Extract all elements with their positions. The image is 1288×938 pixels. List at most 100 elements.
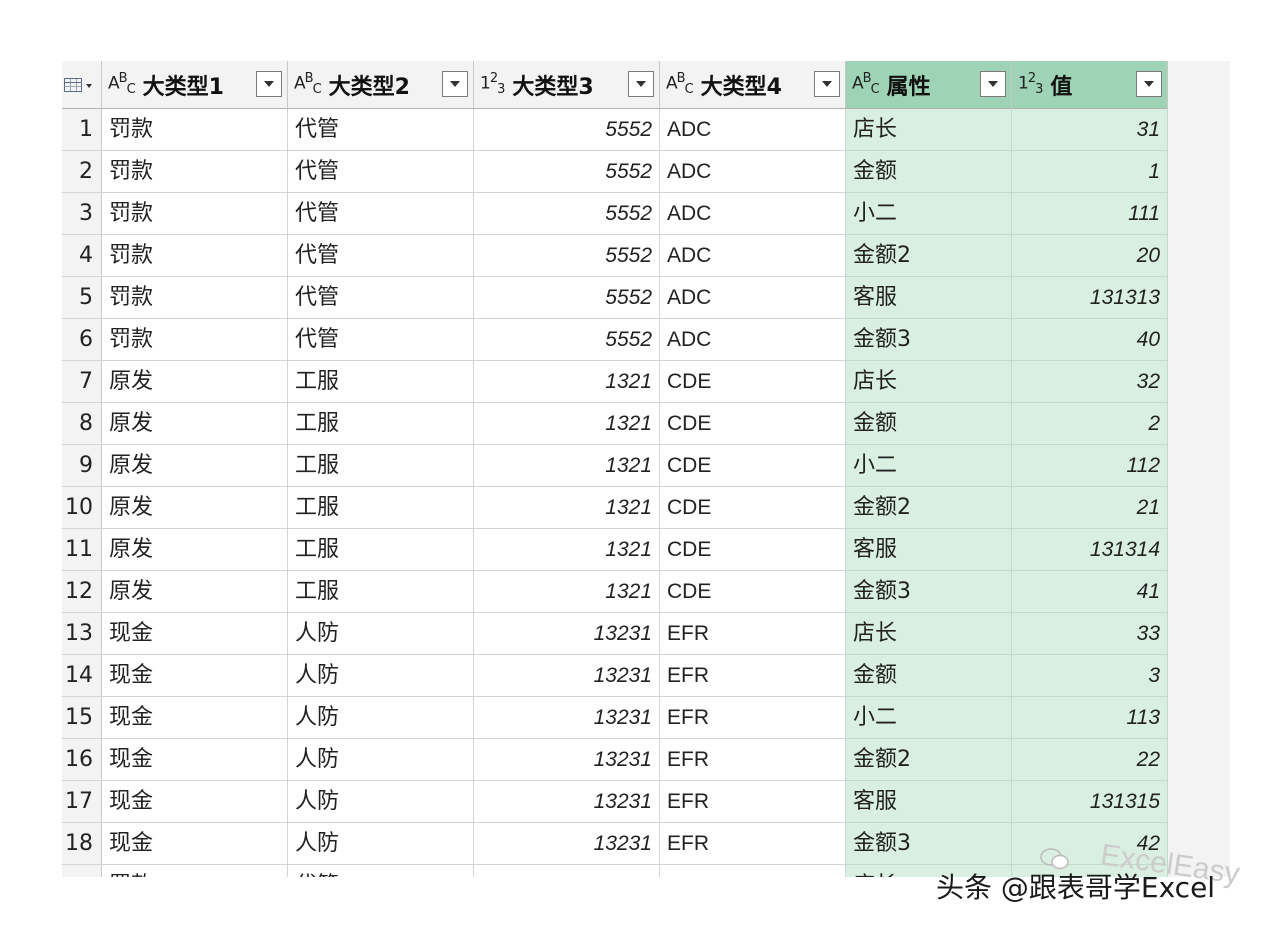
table-cell[interactable]: 金额2 bbox=[846, 487, 1012, 529]
table-cell[interactable]: ADC bbox=[660, 235, 846, 277]
table-cell[interactable]: EFR bbox=[660, 823, 846, 865]
table-cell[interactable]: 5552 bbox=[474, 319, 660, 361]
table-cell[interactable]: 工服 bbox=[288, 487, 474, 529]
row-number[interactable]: 16 bbox=[62, 739, 102, 781]
row-number[interactable]: 12 bbox=[62, 571, 102, 613]
column-header-1[interactable]: ABC 大类型1 bbox=[102, 61, 288, 109]
table-cell[interactable]: 金额 bbox=[846, 403, 1012, 445]
table-cell[interactable]: 金额 bbox=[846, 151, 1012, 193]
table-cell[interactable]: 罚款 bbox=[102, 865, 288, 877]
table-cell[interactable]: 3 bbox=[1012, 655, 1168, 697]
table-cell[interactable]: 13231 bbox=[474, 697, 660, 739]
table-cell[interactable]: 21 bbox=[1012, 487, 1168, 529]
table-cell[interactable]: 现金 bbox=[102, 613, 288, 655]
table-cell[interactable]: 现金 bbox=[102, 739, 288, 781]
table-cell[interactable]: 工服 bbox=[288, 403, 474, 445]
table-cell[interactable]: 1 bbox=[1012, 151, 1168, 193]
filter-dropdown-button[interactable] bbox=[1136, 71, 1162, 97]
table-cell[interactable]: 金额2 bbox=[846, 739, 1012, 781]
table-cell[interactable]: 工服 bbox=[288, 445, 474, 487]
row-number[interactable]: 18 bbox=[62, 823, 102, 865]
row-number[interactable]: 6 bbox=[62, 319, 102, 361]
table-cell[interactable]: 小二 bbox=[846, 697, 1012, 739]
table-cell[interactable]: 1321 bbox=[474, 571, 660, 613]
filter-dropdown-button[interactable] bbox=[256, 71, 282, 97]
table-menu-button[interactable] bbox=[62, 61, 102, 109]
row-number[interactable]: 13 bbox=[62, 613, 102, 655]
table-cell[interactable]: CDE bbox=[660, 361, 846, 403]
table-cell[interactable]: 金额 bbox=[846, 655, 1012, 697]
table-cell[interactable]: 31 bbox=[1012, 109, 1168, 151]
table-cell[interactable]: 13231 bbox=[474, 823, 660, 865]
table-cell[interactable]: CDE bbox=[660, 403, 846, 445]
row-number[interactable]: 5 bbox=[62, 277, 102, 319]
table-cell[interactable]: 13231 bbox=[474, 739, 660, 781]
row-number[interactable]: 14 bbox=[62, 655, 102, 697]
table-cell[interactable]: 1321 bbox=[474, 445, 660, 487]
table-cell[interactable]: ADC bbox=[660, 193, 846, 235]
filter-dropdown-button[interactable] bbox=[628, 71, 654, 97]
table-cell[interactable]: 40 bbox=[1012, 319, 1168, 361]
table-cell[interactable]: 原发 bbox=[102, 571, 288, 613]
table-cell[interactable]: 111 bbox=[1012, 193, 1168, 235]
table-cell[interactable]: 人防 bbox=[288, 697, 474, 739]
table-cell[interactable]: 金额3 bbox=[846, 823, 1012, 865]
row-number[interactable]: 15 bbox=[62, 697, 102, 739]
table-cell[interactable]: 人防 bbox=[288, 655, 474, 697]
table-cell[interactable]: 32 bbox=[1012, 361, 1168, 403]
table-cell[interactable]: 131315 bbox=[1012, 781, 1168, 823]
table-cell[interactable]: 客服 bbox=[846, 529, 1012, 571]
table-cell[interactable]: 人防 bbox=[288, 613, 474, 655]
table-cell[interactable]: 原发 bbox=[102, 445, 288, 487]
table-cell[interactable]: 工服 bbox=[288, 361, 474, 403]
table-cell[interactable]: 原发 bbox=[102, 529, 288, 571]
table-cell[interactable]: 5552 bbox=[474, 235, 660, 277]
table-cell[interactable]: 小二 bbox=[846, 445, 1012, 487]
table-cell[interactable]: 现金 bbox=[102, 823, 288, 865]
table-cell[interactable]: ADC bbox=[660, 109, 846, 151]
row-number[interactable]: 4 bbox=[62, 235, 102, 277]
table-cell[interactable]: 罚款 bbox=[102, 109, 288, 151]
table-cell[interactable]: 工服 bbox=[288, 529, 474, 571]
table-cell[interactable]: 代管 bbox=[288, 109, 474, 151]
table-cell[interactable]: 人防 bbox=[288, 781, 474, 823]
table-cell[interactable]: 5552 bbox=[474, 193, 660, 235]
table-cell[interactable]: 罚款 bbox=[102, 193, 288, 235]
table-cell[interactable]: 工服 bbox=[288, 571, 474, 613]
table-cell[interactable]: 罚款 bbox=[102, 319, 288, 361]
table-cell[interactable]: 金额3 bbox=[846, 319, 1012, 361]
table-cell[interactable]: 代管 bbox=[288, 235, 474, 277]
filter-dropdown-button[interactable] bbox=[980, 71, 1006, 97]
table-cell[interactable]: CDE bbox=[660, 445, 846, 487]
table-cell[interactable]: CDE bbox=[660, 529, 846, 571]
row-number[interactable]: 9 bbox=[62, 445, 102, 487]
table-cell[interactable]: 代管 bbox=[288, 193, 474, 235]
table-cell[interactable]: CDE bbox=[660, 571, 846, 613]
table-cell[interactable]: 1321 bbox=[474, 361, 660, 403]
table-cell[interactable]: 客服 bbox=[846, 781, 1012, 823]
table-cell[interactable]: 41 bbox=[1012, 571, 1168, 613]
table-cell[interactable]: 13231 bbox=[474, 655, 660, 697]
table-cell[interactable]: 代管 bbox=[288, 151, 474, 193]
table-cell[interactable]: 1321 bbox=[474, 487, 660, 529]
column-header-2[interactable]: ABC 大类型2 bbox=[288, 61, 474, 109]
row-number[interactable]: 17 bbox=[62, 781, 102, 823]
table-cell[interactable]: 现金 bbox=[102, 697, 288, 739]
table-cell[interactable]: 113 bbox=[1012, 697, 1168, 739]
table-cell[interactable]: 13231 bbox=[474, 613, 660, 655]
table-cell[interactable]: 人防 bbox=[288, 823, 474, 865]
table-cell[interactable]: EFR bbox=[660, 613, 846, 655]
row-number[interactable]: 11 bbox=[62, 529, 102, 571]
row-number[interactable]: 1 bbox=[62, 109, 102, 151]
table-cell[interactable]: 2 bbox=[1012, 403, 1168, 445]
table-cell[interactable]: ADC bbox=[660, 151, 846, 193]
table-cell[interactable]: ADC bbox=[660, 277, 846, 319]
row-number[interactable]: 2 bbox=[62, 151, 102, 193]
table-cell[interactable]: 代管 bbox=[288, 319, 474, 361]
table-cell[interactable]: 20 bbox=[1012, 235, 1168, 277]
table-cell[interactable]: 原发 bbox=[102, 487, 288, 529]
table-cell[interactable]: EFR bbox=[660, 655, 846, 697]
table-cell[interactable]: 33 bbox=[1012, 613, 1168, 655]
row-number[interactable]: 7 bbox=[62, 361, 102, 403]
table-cell[interactable]: 现金 bbox=[102, 655, 288, 697]
